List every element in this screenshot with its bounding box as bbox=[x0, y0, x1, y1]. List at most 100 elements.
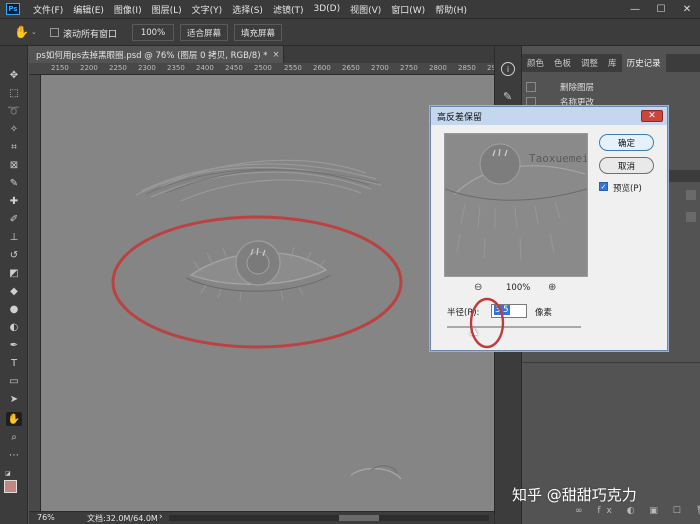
ruler-tick-label: 2300 bbox=[138, 64, 156, 72]
more-tools-icon[interactable]: ⋯ bbox=[6, 448, 22, 462]
radius-unit-label: 像素 bbox=[535, 308, 553, 318]
horizontal-scrollbar[interactable] bbox=[169, 515, 489, 521]
tab-adjustments[interactable]: 调整 bbox=[576, 54, 603, 72]
pen-tool-icon[interactable]: ✒ bbox=[6, 338, 22, 352]
vertical-ruler bbox=[29, 75, 41, 511]
dodge-tool-icon[interactable]: ◐ bbox=[6, 320, 22, 334]
menu-edit[interactable]: 编辑(E) bbox=[68, 3, 109, 16]
document-tab[interactable]: ps如何用ps去掉黑眼圈.psd @ 76% (图层 0 拷贝, RGB/8) … bbox=[29, 46, 284, 63]
tab-color[interactable]: 颜色 bbox=[522, 54, 549, 72]
history-item-label: 删除图层 bbox=[560, 83, 595, 93]
default-colors-icon[interactable]: ◪ bbox=[5, 470, 14, 477]
foreground-color-swatch[interactable] bbox=[4, 480, 17, 493]
status-menu-arrow-icon[interactable]: › bbox=[159, 512, 163, 522]
ok-button[interactable]: 确定 bbox=[599, 134, 654, 151]
ruler-tick-label: 2750 bbox=[400, 64, 418, 72]
scroll-all-windows-checkbox[interactable] bbox=[50, 28, 59, 37]
move-tool-icon[interactable]: ✥ bbox=[6, 68, 22, 82]
status-bar: 76% 文档:32.0M/64.0M › bbox=[29, 511, 494, 524]
ruler-tick-label: 2650 bbox=[342, 64, 360, 72]
menu-window[interactable]: 窗口(W) bbox=[386, 3, 430, 16]
shape-tool-icon[interactable]: ▭ bbox=[6, 374, 22, 388]
brush-tool-icon[interactable]: ✐ bbox=[6, 212, 22, 226]
scroll-all-windows-label: 滚动所有窗口 bbox=[63, 30, 118, 40]
image-canvas[interactable] bbox=[41, 75, 494, 511]
cancel-button[interactable]: 取消 bbox=[599, 157, 654, 174]
slider-highlight-ellipse bbox=[469, 297, 505, 349]
menu-image[interactable]: 图像(I) bbox=[109, 3, 147, 16]
tab-swatches[interactable]: 色板 bbox=[549, 54, 576, 72]
tab-libraries[interactable]: 库 bbox=[603, 54, 622, 72]
paint-bucket-tool-icon[interactable]: ◆ bbox=[6, 284, 22, 298]
hand-tool-icon[interactable]: ✋ bbox=[6, 412, 22, 426]
eyedropper-tool-icon[interactable]: ✎ bbox=[6, 176, 22, 190]
lasso-tool-icon[interactable]: ➰ bbox=[6, 104, 22, 118]
dialog-close-button[interactable]: ✕ bbox=[641, 110, 663, 122]
info-panel-icon[interactable]: i bbox=[501, 62, 515, 76]
type-tool-icon[interactable]: T bbox=[6, 356, 22, 370]
ruler-tick-label: 2500 bbox=[254, 64, 272, 72]
ruler-tick-label: 2250 bbox=[109, 64, 127, 72]
path-selection-tool-icon[interactable]: ➤ bbox=[6, 392, 22, 406]
zoom-100-button[interactable]: 100% bbox=[132, 24, 174, 41]
layers-panel-footer-icons[interactable]: ∞ fx ◐ ▣ ☐ 🗑 bbox=[575, 506, 700, 516]
menu-select[interactable]: 选择(S) bbox=[227, 3, 268, 16]
document-tab-title: ps如何用ps去掉黑眼圈.psd @ 76% (图层 0 拷贝, RGB/8) … bbox=[36, 50, 268, 61]
fill-screen-button[interactable]: 填充屏幕 bbox=[234, 24, 282, 41]
menu-filter[interactable]: 滤镜(T) bbox=[268, 3, 309, 16]
crop-tool-icon[interactable]: ⌗ bbox=[6, 140, 22, 154]
menu-type[interactable]: 文字(Y) bbox=[187, 3, 228, 16]
frame-tool-icon[interactable]: ⊠ bbox=[6, 158, 22, 172]
brush-settings-icon[interactable]: ✎ bbox=[503, 90, 512, 103]
ruler-tick-label: 2850 bbox=[458, 64, 476, 72]
scrollbar-thumb[interactable] bbox=[339, 515, 379, 521]
ruler-tick-label: 2600 bbox=[313, 64, 331, 72]
zoom-out-icon[interactable]: ⊖ bbox=[474, 282, 482, 293]
zoom-in-icon[interactable]: ⊕ bbox=[548, 282, 556, 293]
high-pass-eye-image bbox=[41, 75, 494, 511]
menu-file[interactable]: 文件(F) bbox=[28, 3, 68, 16]
history-brush-tool-icon[interactable]: ↺ bbox=[6, 248, 22, 262]
preview-checkbox[interactable]: ✓ bbox=[599, 182, 608, 191]
tool-preset-chevron-icon[interactable]: ⌄ bbox=[31, 28, 37, 36]
clone-stamp-tool-icon[interactable]: ⊥ bbox=[6, 230, 22, 244]
preview-zoom-controls: ⊖ 100% ⊕ bbox=[444, 282, 588, 296]
preview-watermark: Taoxuemei.com bbox=[529, 152, 587, 165]
ruler-tick-label: 2700 bbox=[371, 64, 389, 72]
menu-view[interactable]: 视图(V) bbox=[345, 3, 386, 16]
preview-label: 预览(P) bbox=[613, 184, 642, 194]
dialog-title: 高反差保留 bbox=[431, 107, 667, 125]
zoom-tool-icon[interactable]: ⌕ bbox=[6, 430, 22, 444]
history-panel-tabs: 颜色 色板 调整 库 历史记录 bbox=[522, 54, 700, 72]
marquee-tool-icon[interactable]: ⬚ bbox=[6, 86, 22, 100]
history-item[interactable]: 删除图层 bbox=[526, 80, 676, 94]
options-bar: ✋ ⌄ 滚动所有窗口 100% 适合屏幕 填充屏幕 bbox=[0, 18, 700, 46]
ruler-tick-label: 2350 bbox=[167, 64, 185, 72]
hand-tool-icon[interactable]: ✋ bbox=[14, 25, 29, 39]
eraser-tool-icon[interactable]: ◩ bbox=[6, 266, 22, 280]
photoshop-logo: Ps bbox=[6, 3, 20, 15]
menu-layer[interactable]: 图层(L) bbox=[147, 3, 187, 16]
healing-brush-tool-icon[interactable]: ✚ bbox=[6, 194, 22, 208]
menu-help[interactable]: 帮助(H) bbox=[430, 3, 472, 16]
dialog-preview-pane[interactable]: Taoxuemei.com bbox=[444, 133, 588, 277]
ruler-tick-label: 2800 bbox=[429, 64, 447, 72]
minimize-button[interactable]: — bbox=[622, 0, 648, 18]
fit-screen-button[interactable]: 适合屏幕 bbox=[180, 24, 228, 41]
tools-panel: ✥ ⬚ ➰ ✧ ⌗ ⊠ ✎ ✚ ✐ ⊥ ↺ ◩ ◆ ● ◐ ✒ T ▭ ➤ ✋ … bbox=[0, 46, 28, 524]
layer-thumbnail[interactable] bbox=[686, 190, 696, 200]
maximize-button[interactable]: ☐ bbox=[648, 0, 674, 18]
history-snapshot-icon bbox=[526, 82, 536, 92]
close-document-icon[interactable]: × bbox=[272, 50, 279, 60]
tab-history[interactable]: 历史记录 bbox=[621, 54, 666, 72]
magic-wand-tool-icon[interactable]: ✧ bbox=[6, 122, 22, 136]
blur-tool-icon[interactable]: ● bbox=[6, 302, 22, 316]
close-window-button[interactable]: ✕ bbox=[674, 0, 700, 18]
layer-thumbnail[interactable] bbox=[686, 212, 696, 222]
ruler-tick-label: 2400 bbox=[196, 64, 214, 72]
status-zoom[interactable]: 76% bbox=[37, 513, 55, 522]
menu-bar: Ps 文件(F) 编辑(E) 图像(I) 图层(L) 文字(Y) 选择(S) 滤… bbox=[0, 0, 700, 18]
menu-3d[interactable]: 3D(D) bbox=[308, 4, 345, 14]
preview-zoom-value: 100% bbox=[506, 283, 531, 293]
ruler-tick-label: 2200 bbox=[80, 64, 98, 72]
